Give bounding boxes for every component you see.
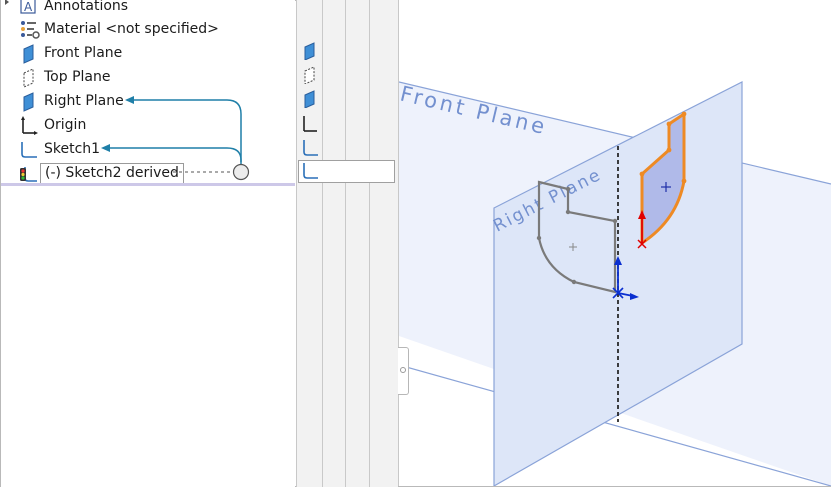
plane-hidden-icon [304,66,315,84]
configuration-column-panel [296,0,398,487]
sketch-icon [303,163,318,179]
handle-grip-icon [400,367,406,373]
plane-icon [304,42,315,60]
parent-child-connector [101,96,250,181]
plane-icon [304,90,315,108]
origin-icon [303,116,317,132]
feature-manager-tree: A Annotations Material <not specified> F… [1,0,295,487]
graphics-area[interactable]: Front Plane Right Plane [398,0,831,488]
panel-resize-handle[interactable] [398,347,409,395]
column-divider [345,0,346,487]
column-divider [369,0,370,487]
tree-divider [1,183,295,186]
model-view[interactable]: Front Plane Right Plane [398,0,831,488]
rename-input[interactable] [298,160,395,183]
column-divider [322,0,323,487]
sketch-icon [303,140,318,156]
